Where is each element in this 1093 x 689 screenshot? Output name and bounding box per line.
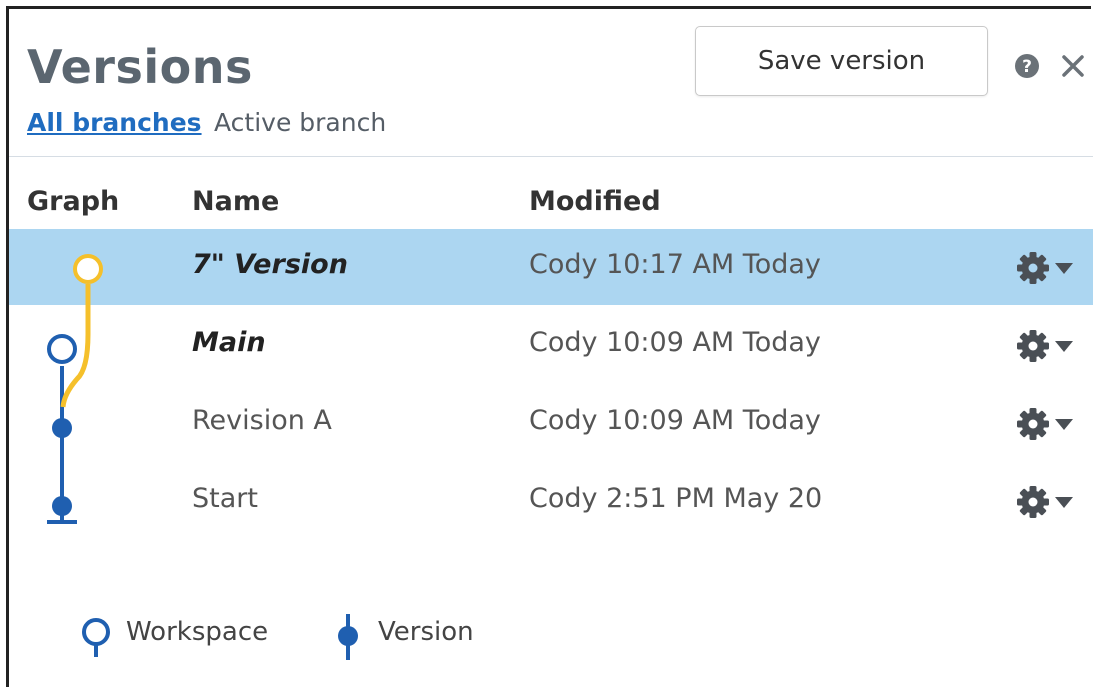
version-name: Main xyxy=(192,327,266,358)
column-header-modified: Modified xyxy=(529,186,661,217)
gear-icon[interactable] xyxy=(1014,251,1086,285)
close-icon[interactable] xyxy=(1059,52,1087,80)
chevron-down-icon xyxy=(1055,341,1073,352)
graph-node-version xyxy=(52,418,72,438)
header-divider xyxy=(9,156,1093,157)
version-name: Start xyxy=(192,483,258,514)
version-graph xyxy=(47,254,103,524)
help-icon[interactable]: ? xyxy=(1013,52,1041,80)
graph-node-workspace xyxy=(47,334,77,364)
chevron-down-icon xyxy=(1055,419,1073,430)
version-modified: Cody 2:51 PM May 20 xyxy=(529,483,823,514)
chevron-down-icon xyxy=(1055,497,1073,508)
version-row[interactable]: Start Cody 2:51 PM May 20 xyxy=(9,463,1093,539)
gear-icon[interactable] xyxy=(1014,329,1086,363)
version-row[interactable]: 7" Version Cody 10:17 AM Today xyxy=(9,229,1093,305)
save-version-button[interactable]: Save version xyxy=(695,26,988,96)
workspace-legend-icon xyxy=(82,618,110,657)
gear-icon[interactable] xyxy=(1014,485,1086,519)
version-row[interactable]: Revision A Cody 10:09 AM Today xyxy=(9,385,1093,461)
svg-text:?: ? xyxy=(1022,57,1032,77)
version-modified: Cody 10:09 AM Today xyxy=(529,405,821,436)
version-row[interactable]: Main Cody 10:09 AM Today xyxy=(9,307,1093,383)
tab-active-branch[interactable]: Active branch xyxy=(214,108,386,137)
chevron-down-icon xyxy=(1055,263,1073,274)
graph-node-workspace xyxy=(73,254,103,284)
column-header-graph: Graph xyxy=(27,186,120,217)
version-name: Revision A xyxy=(192,405,332,436)
column-header-name: Name xyxy=(192,186,280,217)
gear-icon[interactable] xyxy=(1014,407,1086,441)
legend-label-workspace: Workspace xyxy=(126,617,269,647)
tab-all-branches[interactable]: All branches xyxy=(27,108,202,137)
version-modified: Cody 10:17 AM Today xyxy=(529,249,821,280)
version-modified: Cody 10:09 AM Today xyxy=(529,327,821,358)
panel-title: Versions xyxy=(27,40,253,94)
legend-label-version: Version xyxy=(378,617,474,647)
version-legend-icon xyxy=(338,614,358,660)
graph-node-version xyxy=(52,496,72,516)
version-name: 7" Version xyxy=(192,249,348,280)
